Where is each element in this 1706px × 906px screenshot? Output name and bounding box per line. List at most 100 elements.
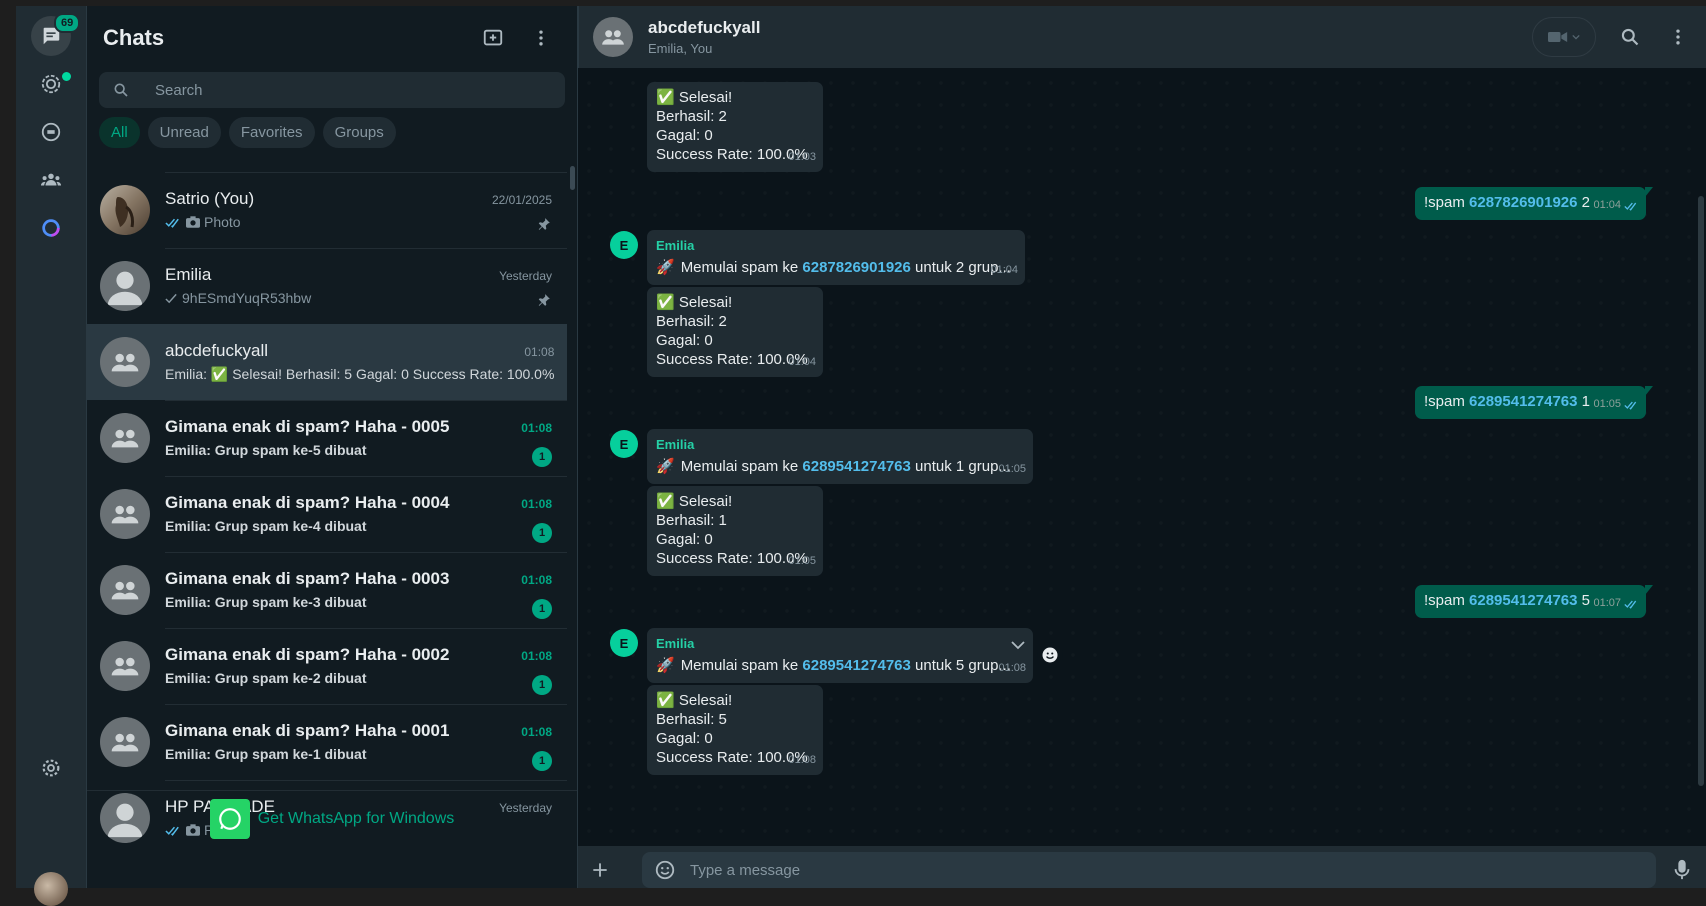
- chat-row[interactable]: Gimana enak di spam? Haha - 0003 Emilia: …: [87, 552, 567, 628]
- sidebar-menu-button[interactable]: [521, 18, 561, 58]
- chat-avatar: [100, 489, 150, 539]
- filter-unread[interactable]: Unread: [147, 117, 221, 148]
- double-check-icon: [165, 218, 179, 228]
- phone-link[interactable]: 6287826901926: [802, 259, 910, 276]
- unread-badge: 1: [532, 751, 552, 771]
- message-line: Success Rate: 100.0%: [656, 146, 808, 163]
- windows-app-promo[interactable]: Get WhatsApp for Windows: [87, 790, 577, 890]
- chat-list-scrollbar[interactable]: [570, 166, 575, 190]
- sender-name[interactable]: Emilia: [656, 236, 979, 255]
- incoming-message[interactable]: ✅ Selesai! Berhasil: 5 Gagal: 0 Success Rat…: [647, 685, 823, 775]
- attach-button[interactable]: [588, 852, 612, 888]
- communities-nav-button[interactable]: [31, 160, 71, 200]
- conversation-search-button[interactable]: [1610, 17, 1650, 57]
- phone-link[interactable]: 6289541274763: [802, 458, 910, 475]
- chat-row[interactable]: Gimana enak di spam? Haha - 0005 Emilia: …: [87, 400, 567, 476]
- incoming-message[interactable]: ✅ Selesai! Berhasil: 2 Gagal: 0 Success Rat…: [647, 287, 823, 377]
- read-receipt-icon: [1624, 401, 1637, 410]
- conversation-header[interactable]: abcdefuckyall Emilia, You: [578, 6, 1706, 68]
- search-input[interactable]: [155, 81, 535, 99]
- group-icon: [602, 30, 624, 45]
- group-icon: [111, 505, 139, 524]
- phone-link[interactable]: 6287826901926: [1469, 194, 1577, 211]
- message-input[interactable]: [690, 861, 1290, 879]
- message-text-suffix: 5: [1577, 592, 1590, 609]
- sender-avatar[interactable]: E: [610, 430, 638, 458]
- filter-all[interactable]: All: [99, 117, 140, 148]
- phone-link[interactable]: 6289541274763: [802, 657, 910, 674]
- profile-avatar[interactable]: [34, 872, 68, 906]
- incoming-message[interactable]: ✅ Selesai! Berhasil: 1 Gagal: 0 Success Rat…: [647, 486, 823, 576]
- message-time: 01:04: [990, 264, 1018, 276]
- message-text: !spam: [1424, 592, 1470, 609]
- filter-favorites[interactable]: Favorites: [228, 117, 315, 148]
- sender-avatar[interactable]: E: [610, 629, 638, 657]
- phone-link[interactable]: 6289541274763: [1469, 393, 1577, 410]
- outgoing-message[interactable]: !spam 6289541274763 1 01:05: [1415, 386, 1653, 419]
- emoji-icon[interactable]: [654, 859, 676, 881]
- chat-row[interactable]: Satrio (You) Photo 22/01/2025: [87, 172, 567, 248]
- message-time: 01:05: [1593, 398, 1621, 410]
- message-text-suffix: untuk 5 grup...: [910, 657, 1011, 674]
- new-chat-icon: [483, 29, 503, 46]
- group-avatar[interactable]: [593, 17, 633, 57]
- chat-name: Gimana enak di spam? Haha - 0005: [165, 417, 450, 436]
- sidebar-header: Chats: [87, 6, 577, 70]
- incoming-message[interactable]: Emilia 🚀 Memulai spam ke 6289541274763 unt…: [647, 628, 1033, 683]
- new-chat-button[interactable]: [473, 18, 513, 58]
- incoming-message[interactable]: Emilia 🚀 Memulai spam ke 6289541274763 unt…: [647, 429, 1033, 484]
- outgoing-message[interactable]: !spam 6287826901926 2 01:04: [1415, 187, 1653, 220]
- settings-button[interactable]: [31, 748, 71, 788]
- message-time: 01:05: [998, 463, 1026, 475]
- incoming-message[interactable]: ✅ Selesai! Berhasil: 2 Gagal: 0 Success Rat…: [647, 82, 823, 172]
- whatsapp-logo-icon: [209, 799, 250, 839]
- group-icon: [111, 657, 139, 676]
- group-icon: [111, 581, 139, 600]
- more-vertical-icon: [539, 30, 543, 46]
- unread-badge: 1: [532, 447, 552, 467]
- react-emoji-button[interactable]: [1037, 642, 1063, 668]
- message-options-chevron-icon[interactable]: [1011, 636, 1025, 655]
- meta-ai-icon: [42, 219, 60, 237]
- conversation-menu-button[interactable]: [1658, 17, 1698, 57]
- status-icon: [41, 74, 61, 94]
- chat-row[interactable]: Gimana enak di spam? Haha - 0002 Emilia: …: [87, 628, 567, 704]
- filter-groups[interactable]: Groups: [322, 117, 396, 148]
- video-call-button[interactable]: [1532, 17, 1596, 57]
- chat-avatar: [100, 641, 150, 691]
- voice-message-button[interactable]: [1668, 852, 1696, 888]
- camera-icon: [186, 216, 200, 228]
- chat-preview: Photo: [204, 214, 241, 230]
- chat-preview: Emilia: Grup spam ke-4 dibuat: [165, 518, 367, 534]
- sender-name[interactable]: Emilia: [656, 435, 987, 454]
- communities-icon: [40, 173, 62, 186]
- status-nav-button[interactable]: [31, 64, 71, 104]
- chat-time: 01:08: [521, 497, 552, 511]
- chat-name: Gimana enak di spam? Haha - 0002: [165, 645, 450, 664]
- channels-icon: [41, 122, 61, 142]
- chat-row[interactable]: Emilia 9hESmdYuqR53hbw Yesterday: [87, 248, 567, 324]
- chat-avatar: [100, 185, 150, 235]
- chat-row[interactable]: Gimana enak di spam? Haha - 0004 Emilia: …: [87, 476, 567, 552]
- outgoing-message[interactable]: !spam 6289541274763 5 01:07: [1415, 585, 1653, 618]
- conversation-scrollbar[interactable]: [1698, 196, 1704, 786]
- message-time: 01:08: [788, 754, 816, 766]
- chat-avatar: [100, 337, 150, 387]
- meta-ai-button[interactable]: [31, 208, 71, 248]
- conversation-members: Emilia, You: [648, 41, 713, 56]
- chat-name: Gimana enak di spam? Haha - 0001: [165, 721, 450, 740]
- channels-nav-button[interactable]: [31, 112, 71, 152]
- more-vertical-icon: [1676, 29, 1680, 45]
- profile-photo: [115, 197, 134, 228]
- microphone-icon: [1674, 859, 1690, 880]
- incoming-message[interactable]: Emilia 🚀 Memulai spam ke 6287826901926 unt…: [647, 230, 1025, 285]
- chat-preview: Emilia: Grup spam ke-2 dibuat: [165, 670, 367, 686]
- chat-row[interactable]: Gimana enak di spam? Haha - 0001 Emilia: …: [87, 704, 567, 780]
- sender-name[interactable]: Emilia: [656, 634, 987, 653]
- sender-avatar[interactable]: E: [610, 231, 638, 259]
- chat-preview: 9hESmdYuqR53hbw: [182, 290, 312, 306]
- chat-row[interactable]: abcdefuckyall Emilia: ✅ Selesai! Berhasil…: [87, 324, 567, 400]
- chat-name: abcdefuckyall: [165, 341, 269, 360]
- phone-link[interactable]: 6289541274763: [1469, 592, 1577, 609]
- video-camera-icon: [1548, 32, 1568, 42]
